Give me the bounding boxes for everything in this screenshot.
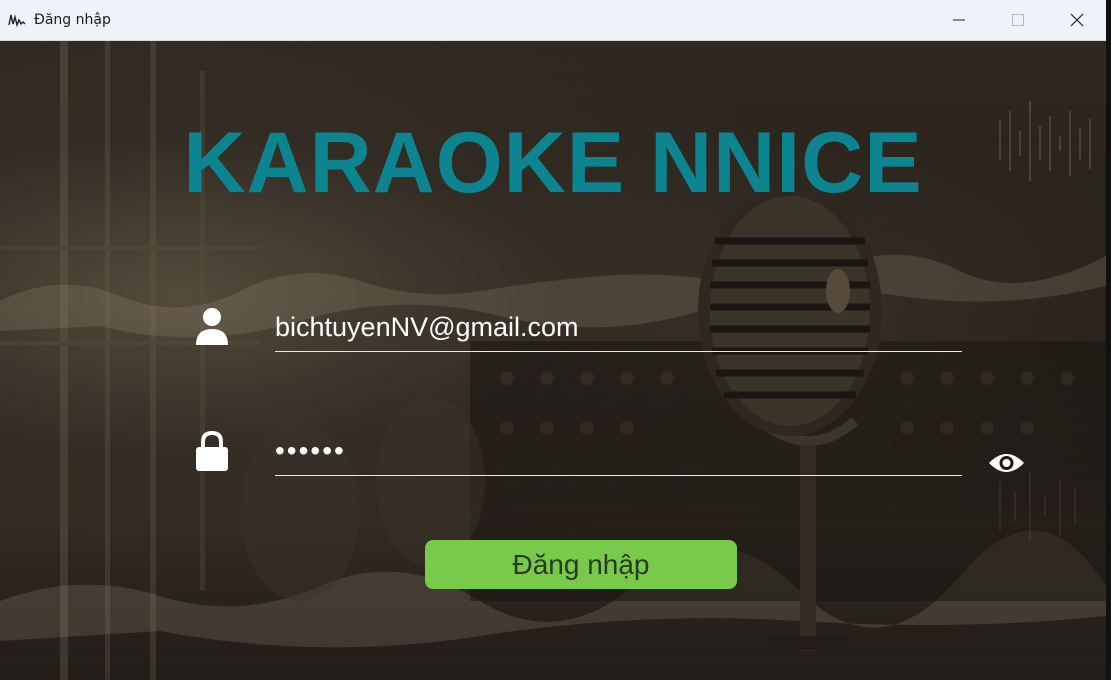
window-title: Đăng nhập: [34, 12, 111, 28]
close-button[interactable]: [1048, 0, 1106, 40]
close-icon: [1070, 13, 1084, 27]
user-icon: [195, 307, 229, 350]
app-title: KARAOKE NNICE: [183, 115, 923, 211]
login-panel: KARAOKE NNICE Đăng nhập: [0, 41, 1106, 680]
lock-icon: [195, 430, 229, 476]
email-field[interactable]: [275, 303, 962, 352]
maximize-button[interactable]: [989, 0, 1047, 40]
window-edge: [1106, 0, 1111, 680]
minimize-button[interactable]: [930, 0, 988, 40]
minimize-icon: [953, 19, 965, 21]
password-field[interactable]: [275, 427, 962, 476]
login-button[interactable]: Đăng nhập: [425, 540, 737, 589]
title-bar: Đăng nhập: [0, 0, 1106, 41]
maximize-icon: [1012, 14, 1024, 26]
app-waveform-icon: [8, 12, 26, 28]
eye-icon[interactable]: [988, 451, 1025, 480]
